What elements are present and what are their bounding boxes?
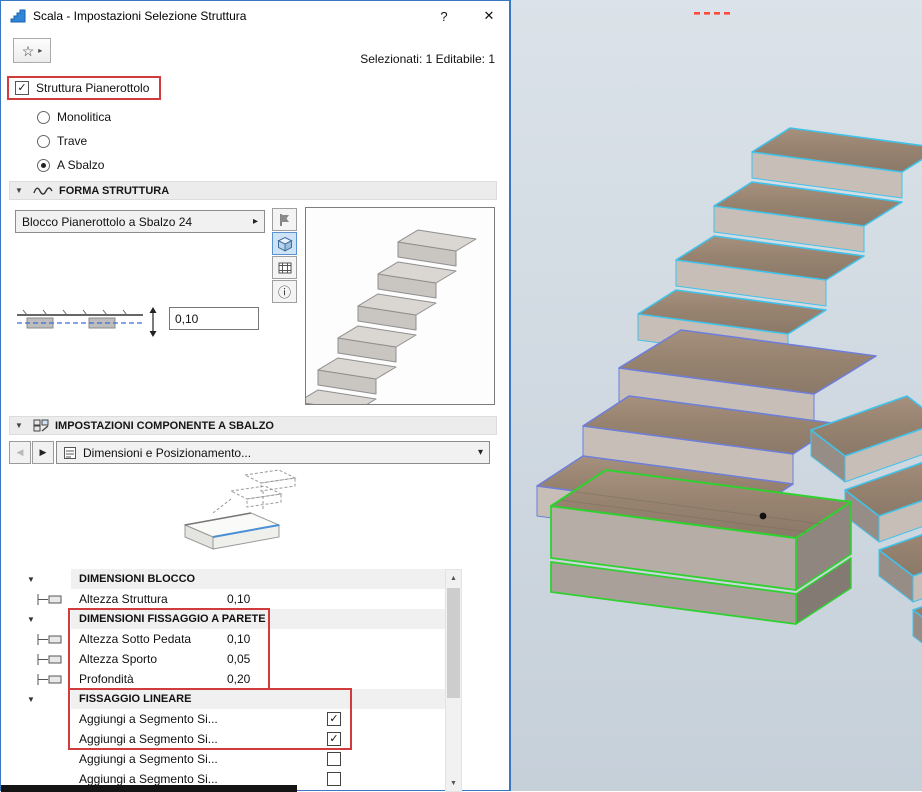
offset-input[interactable]	[169, 307, 259, 330]
info-icon: ⓘ	[278, 282, 291, 301]
preview-svg	[306, 208, 494, 404]
property-row[interactable]: Altezza Sotto Pedata0,10	[9, 629, 445, 649]
structure-preview	[305, 207, 495, 405]
property-value[interactable]: 0,10	[221, 632, 250, 646]
close-button[interactable]: ✕	[478, 8, 500, 24]
radio-icon	[37, 111, 50, 124]
preview-mode-buttons: ⓘ	[272, 208, 297, 303]
property-row[interactable]: Aggiungi a Segmento Si...	[9, 749, 445, 769]
profile-name: Blocco Pianerottolo a Sbalzo 24	[22, 215, 247, 229]
overhang-height-icon	[35, 653, 65, 666]
flyout-arrow-icon: ▸	[38, 46, 42, 55]
dropdown-arrow-icon: ▾	[478, 447, 483, 458]
offset-schematic	[13, 306, 165, 338]
property-row[interactable]: Aggiungi a Segmento Si...✓	[9, 729, 445, 749]
radio-trave[interactable]: Trave	[37, 129, 111, 153]
prev-page-button[interactable]: ◀	[9, 441, 31, 464]
hotspot-dot[interactable]	[760, 513, 767, 520]
stair-settings-dialog: Scala - Impostazioni Selezione Struttura…	[0, 0, 511, 791]
preview-blocks	[306, 230, 476, 404]
dialog-title: Scala - Impostazioni Selezione Struttura	[33, 9, 426, 23]
table-scrollbar[interactable]: ▲ ▼	[445, 569, 462, 792]
property-group-row[interactable]: ▼FISSAGGIO LINEARE	[9, 689, 445, 709]
section-view-button[interactable]	[272, 256, 297, 279]
film-strip-icon	[277, 260, 293, 276]
collapse-arrow-icon[interactable]: ▼	[21, 695, 41, 704]
property-table: ▼DIMENSIONI BLOCCOAltezza Struttura0,10▼…	[9, 569, 445, 792]
section-title: FORMA STRUTTURA	[59, 185, 169, 197]
star-icon: ☆	[22, 44, 35, 58]
property-row[interactable]: Profondità0,20	[9, 669, 445, 689]
scroll-down-button[interactable]: ▼	[446, 775, 461, 791]
checkbox-label: Struttura Pianerottolo	[36, 81, 149, 95]
componente-section-header[interactable]: ▼ IMPOSTAZIONI COMPONENTE A SBALZO	[9, 416, 497, 435]
radio-a-sbalzo[interactable]: A Sbalzo	[37, 153, 111, 177]
checkbox-icon: ✓	[15, 81, 29, 95]
3d-view-svg	[511, 0, 922, 791]
structure-shape-icon	[33, 186, 53, 196]
forma-struttura-section-header[interactable]: ▼ FORMA STRUTTURA	[9, 181, 497, 200]
section-title: IMPOSTAZIONI COMPONENTE A SBALZO	[55, 420, 274, 432]
property-value[interactable]: 0,20	[221, 672, 250, 686]
row-checkbox[interactable]	[327, 752, 341, 766]
property-row[interactable]: Altezza Sporto0,05	[9, 649, 445, 669]
property-group-row[interactable]: ▼DIMENSIONI BLOCCO	[9, 569, 445, 589]
property-value[interactable]: 0,05	[221, 652, 250, 666]
next-page-button[interactable]: ▶	[32, 441, 54, 464]
favorites-button[interactable]: ☆ ▸	[13, 38, 51, 63]
scroll-thumb[interactable]	[447, 588, 460, 698]
3d-viewport[interactable]	[511, 0, 922, 791]
structure-profile-dropdown[interactable]: Blocco Pianerottolo a Sbalzo 24 ▸	[15, 210, 265, 233]
depth-icon	[35, 673, 65, 686]
selection-status: Selezionati: 1 Editabile: 1	[360, 52, 495, 66]
collapse-arrow-icon[interactable]: ▼	[21, 575, 41, 584]
row-checkbox[interactable]: ✓	[327, 732, 341, 746]
radio-icon	[37, 159, 50, 172]
page-name: Dimensioni e Posizionamento...	[83, 446, 472, 460]
plan-view-button[interactable]	[272, 208, 297, 231]
under-tread-height-icon	[35, 633, 65, 646]
component-sketch	[167, 469, 307, 567]
info-button[interactable]: ⓘ	[272, 280, 297, 303]
property-row[interactable]: Aggiungi a Segmento Si...✓	[9, 709, 445, 729]
flyout-arrow-icon: ▸	[253, 216, 258, 227]
structure-type-radios: MonoliticaTraveA Sbalzo	[37, 105, 111, 177]
row-checkbox[interactable]: ✓	[327, 712, 341, 726]
row-checkbox[interactable]	[327, 772, 341, 786]
plan-view-icon	[277, 212, 293, 228]
titlebar[interactable]: Scala - Impostazioni Selezione Struttura…	[1, 1, 509, 31]
settings-page-dropdown[interactable]: Dimensioni e Posizionamento... ▾	[56, 441, 490, 464]
scroll-up-button[interactable]: ▲	[446, 570, 461, 586]
collapse-arrow-icon[interactable]: ▼	[15, 421, 27, 430]
component-settings-icon	[33, 419, 49, 432]
radio-monolitica[interactable]: Monolitica	[37, 105, 111, 129]
struttura-pianerottolo-checkbox[interactable]: ✓ Struttura Pianerottolo	[15, 81, 149, 95]
3d-view-button[interactable]	[272, 232, 297, 255]
radio-icon	[37, 135, 50, 148]
collapse-arrow-icon[interactable]: ▼	[15, 186, 27, 195]
property-value[interactable]: 0,10	[221, 592, 250, 606]
structure-height-icon	[35, 593, 65, 606]
dimension-position-icon	[63, 446, 77, 460]
help-button[interactable]: ?	[433, 9, 455, 24]
property-row[interactable]: Altezza Struttura0,10	[9, 589, 445, 609]
annotation-box-landing-structure: ✓ Struttura Pianerottolo	[7, 76, 161, 100]
3d-cube-icon	[277, 236, 293, 252]
collapse-arrow-icon[interactable]: ▼	[21, 615, 41, 624]
stair-tool-icon	[10, 8, 26, 24]
property-group-row[interactable]: ▼DIMENSIONI FISSAGGIO A PARETE	[9, 609, 445, 629]
height-arrow-icon	[150, 307, 157, 337]
